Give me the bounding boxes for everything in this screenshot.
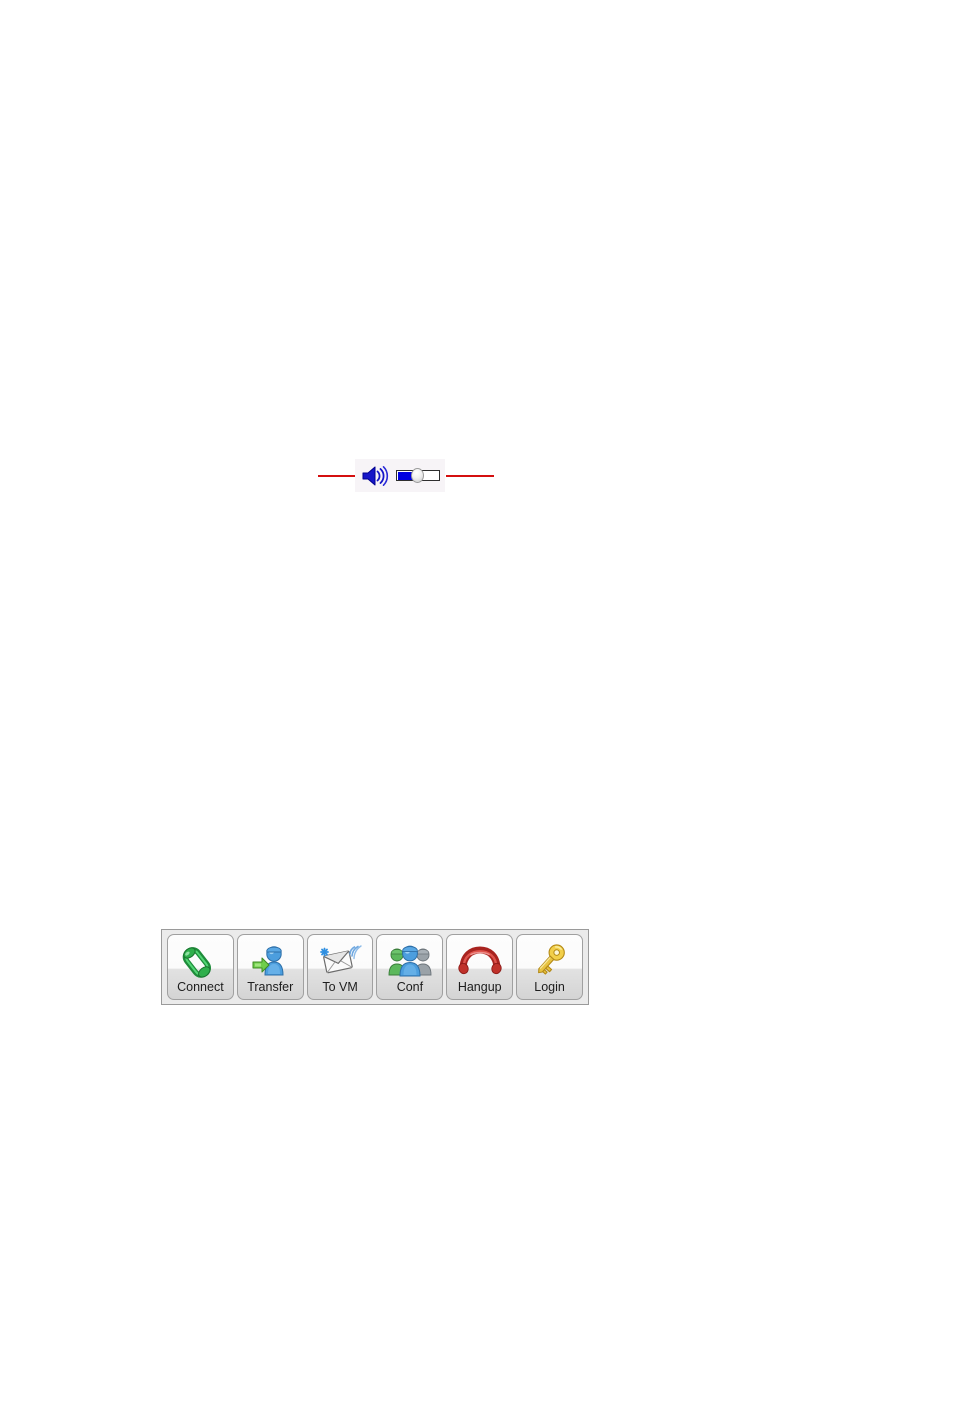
volume-control-panel bbox=[355, 459, 445, 492]
login-button[interactable]: Login bbox=[516, 934, 583, 1000]
transfer-button[interactable]: Transfer bbox=[236, 934, 304, 1000]
call-control-toolbar: Connect Transfer To VM Conf Hangup Login bbox=[161, 929, 589, 1005]
connect-button-label: Connect bbox=[177, 980, 224, 994]
green-handset-icon bbox=[168, 939, 233, 981]
volume-slider[interactable] bbox=[396, 468, 440, 483]
to-vm-button-label: To VM bbox=[322, 980, 358, 994]
volume-control-figure bbox=[300, 450, 500, 500]
hangup-button-label: Hangup bbox=[457, 980, 502, 994]
conf-button-label: Conf bbox=[396, 980, 424, 994]
hangup-button[interactable]: Hangup bbox=[446, 934, 514, 1000]
to-vm-button[interactable]: To VM bbox=[306, 934, 374, 1000]
callout-line-right bbox=[446, 475, 494, 477]
conf-button[interactable]: Conf bbox=[376, 934, 444, 1000]
red-handset-icon bbox=[447, 939, 512, 981]
login-button-label: Login bbox=[534, 980, 565, 994]
people-group-icon bbox=[377, 939, 442, 981]
transfer-button-label: Transfer bbox=[247, 980, 294, 994]
connect-button[interactable]: Connect bbox=[167, 934, 234, 1000]
speaker-volume-icon[interactable] bbox=[361, 464, 391, 488]
volume-slider-knob[interactable] bbox=[411, 468, 424, 483]
gold-key-icon bbox=[517, 939, 582, 981]
person-transfer-icon bbox=[238, 939, 303, 981]
envelope-voicemail-icon bbox=[308, 939, 373, 981]
